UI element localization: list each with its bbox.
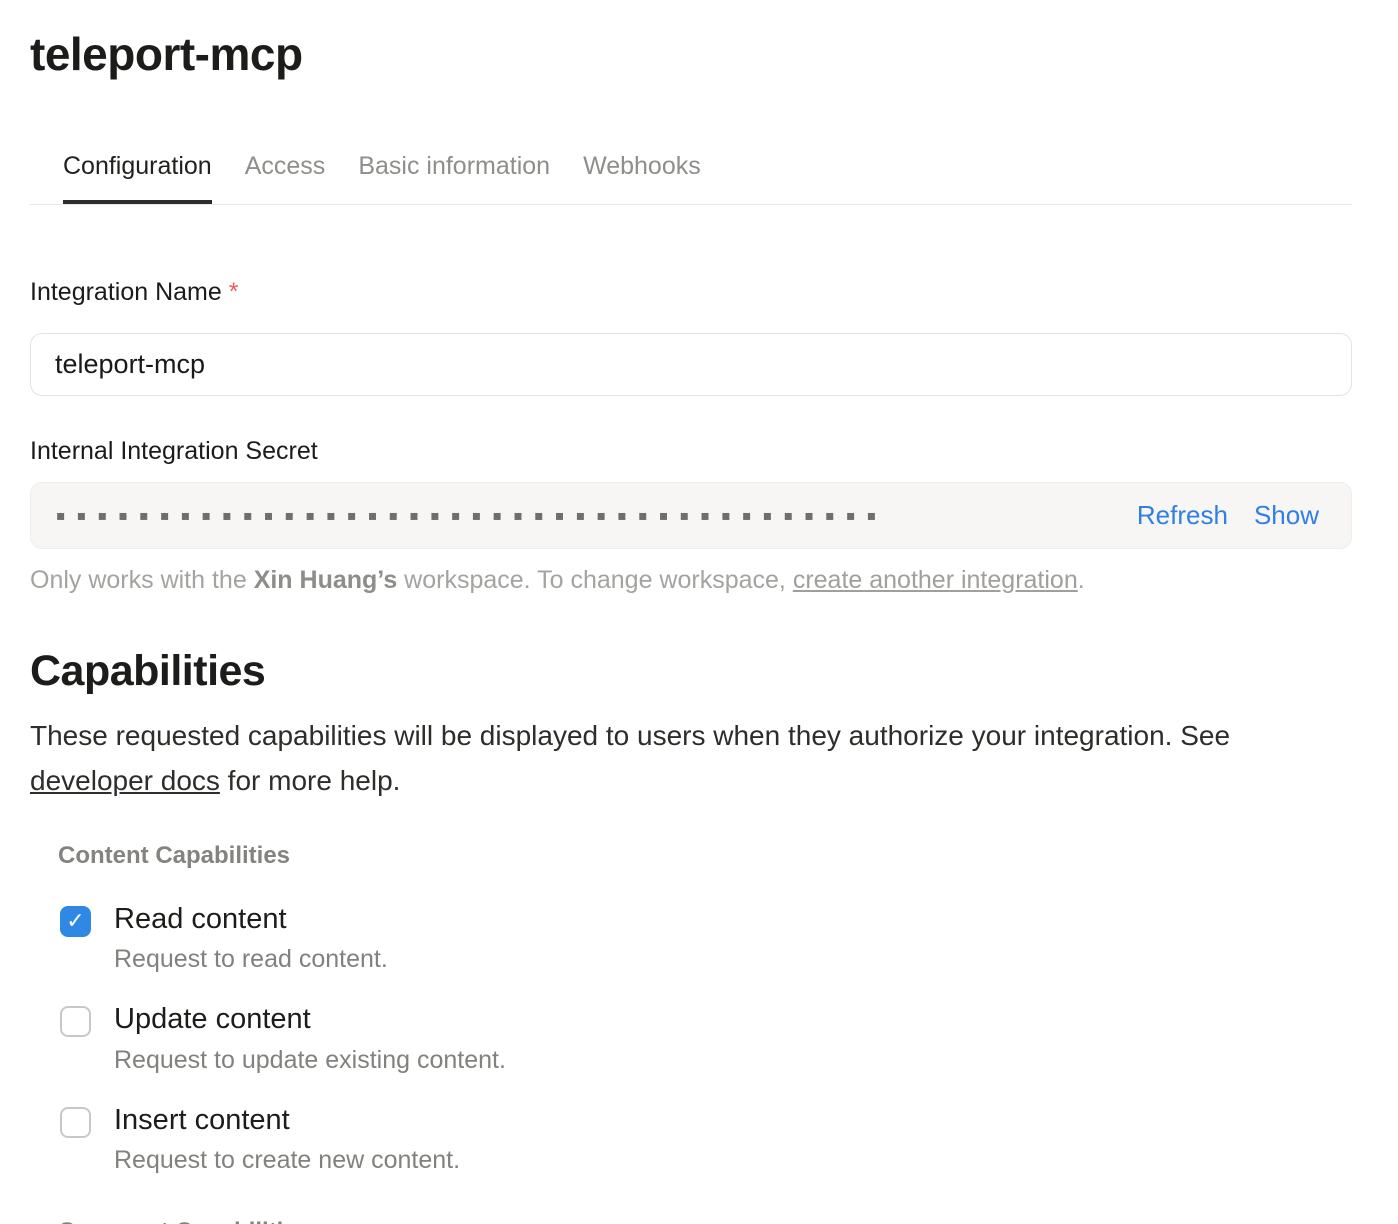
update-content-checkbox[interactable]: ✓ (60, 1006, 91, 1037)
read-content-description: Request to read content. (114, 945, 388, 974)
integration-name-label: Integration Name* (30, 278, 1352, 307)
insert-content-description: Request to create new content. (114, 1146, 460, 1175)
insert-content-checkbox[interactable]: ✓ (60, 1107, 91, 1138)
read-content-label[interactable]: Read content (114, 903, 388, 936)
secret-actions: Refresh Show (1137, 500, 1319, 531)
tab-configuration[interactable]: Configuration (63, 152, 212, 204)
page-title: teleport-mcp (30, 27, 1352, 81)
check-icon: ✓ (66, 910, 84, 932)
capability-row-read-content: ✓ Read content Request to read content. (60, 903, 1352, 974)
tab-bar: Configuration Access Basic information W… (30, 152, 1352, 205)
integration-secret-label: Internal Integration Secret (30, 437, 1352, 466)
required-asterisk: * (229, 278, 239, 306)
integration-secret-field: ▪▪▪▪▪▪▪▪▪▪▪▪▪▪▪▪▪▪▪▪▪▪▪▪▪▪▪▪▪▪▪▪▪▪▪▪▪▪▪▪… (30, 482, 1352, 549)
capabilities-description: These requested capabilities will be dis… (30, 713, 1352, 803)
update-content-description: Request to update existing content. (114, 1046, 506, 1075)
developer-docs-link[interactable]: developer docs (30, 765, 220, 796)
page: teleport-mcp Configuration Access Basic … (0, 27, 1398, 1224)
tab-webhooks[interactable]: Webhooks (583, 152, 701, 204)
tab-access[interactable]: Access (245, 152, 326, 204)
show-secret-link[interactable]: Show (1254, 500, 1319, 531)
comment-capabilities-section-title: Comment Capabilities (58, 1218, 1352, 1224)
update-content-label[interactable]: Update content (114, 1003, 506, 1036)
refresh-secret-link[interactable]: Refresh (1137, 500, 1228, 531)
capabilities-heading: Capabilities (30, 647, 1352, 696)
tab-basic-information[interactable]: Basic information (358, 152, 550, 204)
read-content-checkbox[interactable]: ✓ (60, 906, 91, 937)
capability-row-insert-content: ✓ Insert content Request to create new c… (60, 1104, 1352, 1175)
insert-content-label[interactable]: Insert content (114, 1104, 460, 1137)
content-capabilities-section-title: Content Capabilities (58, 842, 1352, 870)
workspace-helper-text: Only works with the Xin Huang’s workspac… (30, 566, 1352, 595)
create-another-integration-link[interactable]: create another integration (793, 566, 1078, 594)
integration-name-input[interactable] (30, 333, 1352, 396)
workspace-name: Xin Huang’s (254, 566, 398, 594)
secret-masked-value: ▪▪▪▪▪▪▪▪▪▪▪▪▪▪▪▪▪▪▪▪▪▪▪▪▪▪▪▪▪▪▪▪▪▪▪▪▪▪▪▪ (56, 509, 1137, 523)
content-capabilities-list: ✓ Read content Request to read content. … (60, 903, 1352, 1175)
capability-row-update-content: ✓ Update content Request to update exist… (60, 1003, 1352, 1074)
